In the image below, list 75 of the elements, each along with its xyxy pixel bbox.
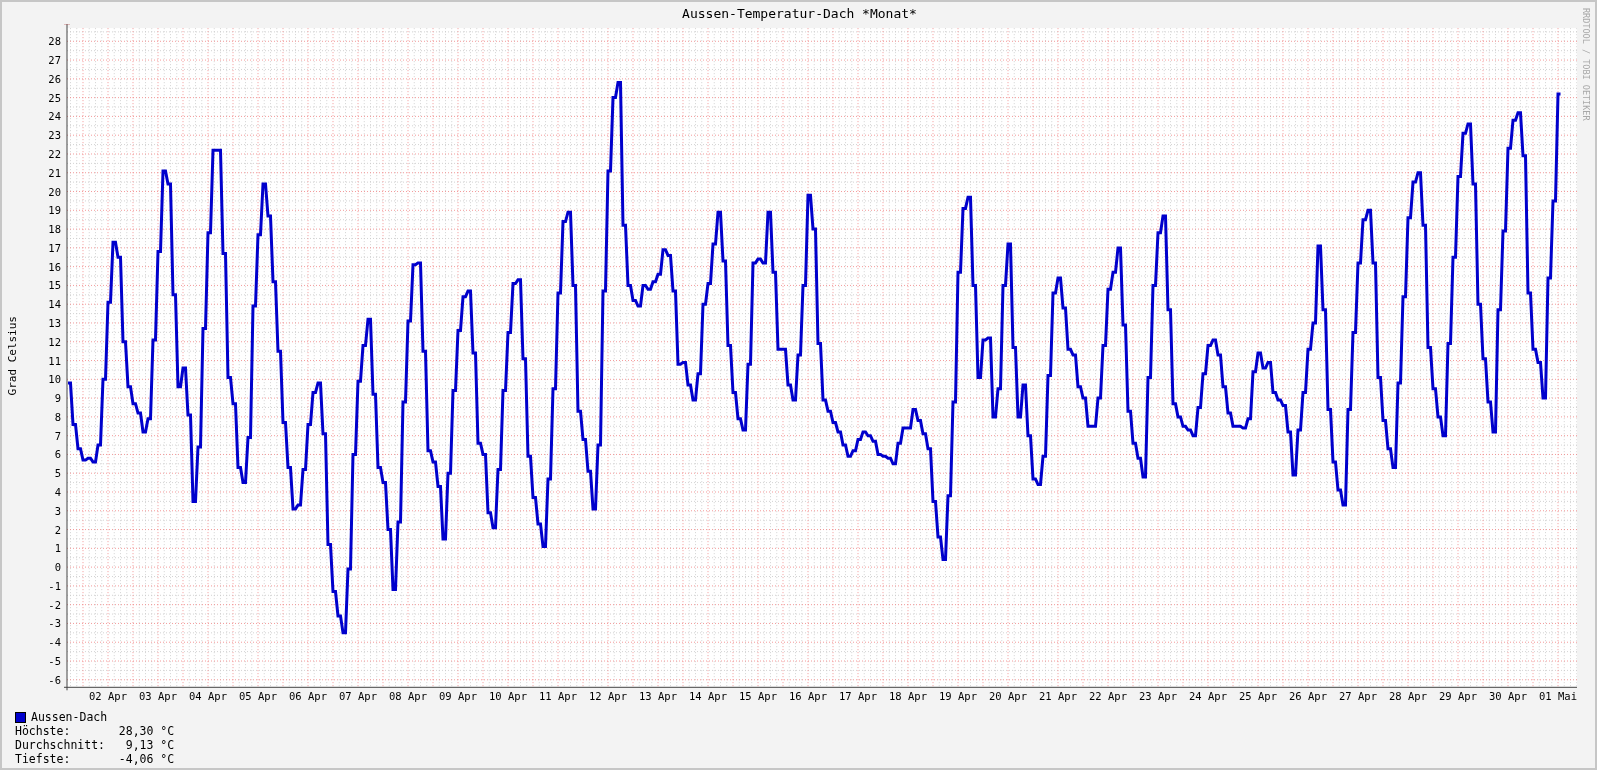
axis-label: 11 [48, 354, 61, 367]
axis-label: 06 Apr [289, 690, 327, 703]
axis-label: 13 [48, 317, 61, 329]
axis-label: -1 [48, 579, 61, 592]
axis-label: 01 Mai [1539, 690, 1577, 703]
stat-value: 28,30 °C [118, 724, 175, 738]
axis-label: 13 Apr [639, 690, 677, 703]
axis-label: 15 [48, 279, 61, 292]
axis-label: -6 [48, 673, 61, 686]
axis-label: 28 Apr [1389, 690, 1427, 703]
stat-value: -4,06 °C [118, 752, 175, 766]
axis-label: 8 [54, 410, 61, 423]
axis-label: 16 Apr [789, 690, 827, 703]
axis-label: 20 [48, 185, 61, 198]
stat-value: 9,13 °C [125, 738, 175, 752]
axis-label: 23 [48, 129, 61, 142]
axis-label: 0 [54, 561, 61, 574]
axis-label: -3 [48, 617, 61, 630]
axis-label: 22 [48, 147, 61, 160]
axis-label: 24 [48, 110, 61, 123]
axis-label: 21 [48, 166, 61, 179]
axis-label: 03 Apr [139, 690, 177, 703]
y-axis-title: Grad Celsius [5, 316, 19, 396]
axis-label: 28 [48, 35, 61, 48]
axis-label: 09 Apr [439, 690, 477, 703]
axis-label: 20 Apr [989, 690, 1027, 703]
axis-label: 1 [54, 542, 61, 555]
axis-label: 17 Apr [839, 690, 877, 703]
axis-label: 26 [48, 72, 61, 85]
axis-label: 27 Apr [1339, 690, 1377, 703]
axis-label: 15 Apr [739, 690, 777, 703]
axis-label: 22 Apr [1089, 690, 1127, 703]
axis-label: 3 [54, 504, 61, 517]
axis-label: -4 [48, 636, 61, 649]
stat-label: Höchste: [15, 724, 71, 738]
axis-label: 19 Apr [939, 690, 977, 703]
axis-label: 02 Apr [89, 690, 127, 703]
axis-label: 25 [48, 91, 61, 104]
axis-label: 19 [48, 204, 61, 217]
stat-label: Tiefste: [15, 752, 71, 766]
axis-label: 25 Apr [1239, 690, 1277, 703]
axis-label: 11 Apr [539, 690, 577, 703]
axis-label: 23 Apr [1139, 690, 1177, 703]
axis-label: 08 Apr [389, 690, 427, 703]
axis-label: 4 [54, 486, 61, 498]
axis-label: 07 Apr [339, 690, 377, 703]
axis-label: 04 Apr [189, 690, 227, 703]
stat-label: Durchschnitt: [15, 738, 105, 752]
chart-title: Aussen-Temperatur-Dach *Monat* [681, 4, 918, 23]
axis-label: -5 [48, 655, 61, 667]
axis-label: 26 Apr [1289, 690, 1327, 703]
axis-label: -2 [48, 598, 61, 611]
axis-label: 24 Apr [1189, 690, 1227, 703]
axis-label: 30 Apr [1489, 690, 1527, 703]
axis-label: 27 [48, 54, 61, 67]
legend-label: Aussen-Dach [31, 710, 108, 724]
axis-label: 12 [48, 335, 61, 348]
axis-label: 2 [54, 523, 61, 536]
axis-label: 14 Apr [689, 690, 727, 703]
axis-label: 9 [54, 392, 61, 405]
axis-label: 5 [54, 467, 61, 480]
axis-label: 10 Apr [489, 690, 527, 703]
axis-label: 21 Apr [1039, 690, 1077, 703]
axis-label: 6 [54, 448, 61, 461]
axis-label: 7 [54, 429, 61, 442]
axis-label: 16 [48, 260, 61, 273]
axis-label: 05 Apr [239, 690, 277, 703]
axis-label: 29 Apr [1439, 690, 1477, 703]
axis-label: 18 Apr [889, 690, 927, 703]
credit-text: RRDTOOL / TOBI OETIKER [1581, 8, 1591, 121]
axis-label: 12 Apr [589, 690, 627, 703]
axis-label: 14 [48, 298, 61, 311]
axis-label: 18 [48, 223, 61, 236]
axis-label: 17 [48, 241, 61, 254]
axis-label: 10 [48, 373, 61, 386]
